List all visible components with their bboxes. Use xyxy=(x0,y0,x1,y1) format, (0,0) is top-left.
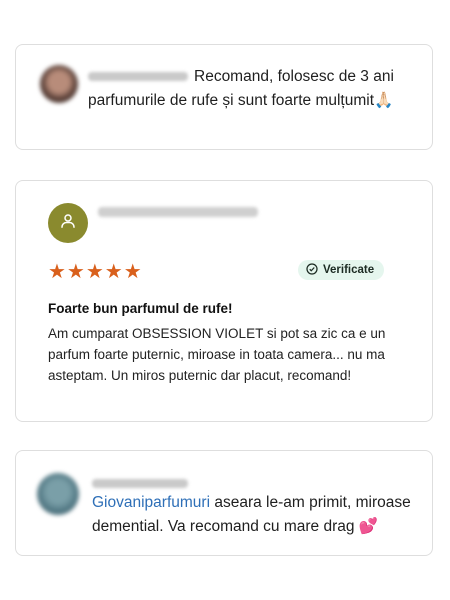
review-card-3: Giovaniparfumuri aseara le-am primit, mi… xyxy=(15,450,433,556)
review-body: Am cumparat OBSESSION VIOLET si pot sa z… xyxy=(48,326,386,383)
check-circle-icon xyxy=(306,262,318,278)
pray-emoji: 🙏🏻 xyxy=(374,92,394,109)
review-card-2: ★★★★★ Verificate Foarte bun parfumul de … xyxy=(15,180,433,422)
reviewer-avatar xyxy=(37,473,79,515)
review-card-1: Recomand, folosesc de 3 ani parfumurile … xyxy=(15,44,433,150)
reviewer-name-blurred xyxy=(88,72,188,82)
hearts-emoji: 💕 xyxy=(358,518,379,535)
reviewer-name-blurred xyxy=(98,207,258,217)
review-text: Giovaniparfumuri aseara le-am primit, mi… xyxy=(92,491,422,539)
verified-label: Verificate xyxy=(323,264,375,276)
reviewer-avatar xyxy=(40,65,78,103)
verified-badge: Verificate xyxy=(298,260,385,280)
reviewer-name-blurred xyxy=(92,479,188,488)
review-text: Recomand, folosesc de 3 ani parfumurile … xyxy=(88,65,423,113)
user-avatar xyxy=(48,203,88,243)
user-icon xyxy=(59,212,77,235)
review-title: Foarte bun parfumul de rufe! xyxy=(48,301,233,316)
star-rating: ★★★★★ xyxy=(48,261,143,283)
mention-link[interactable]: Giovaniparfumuri xyxy=(92,494,210,511)
